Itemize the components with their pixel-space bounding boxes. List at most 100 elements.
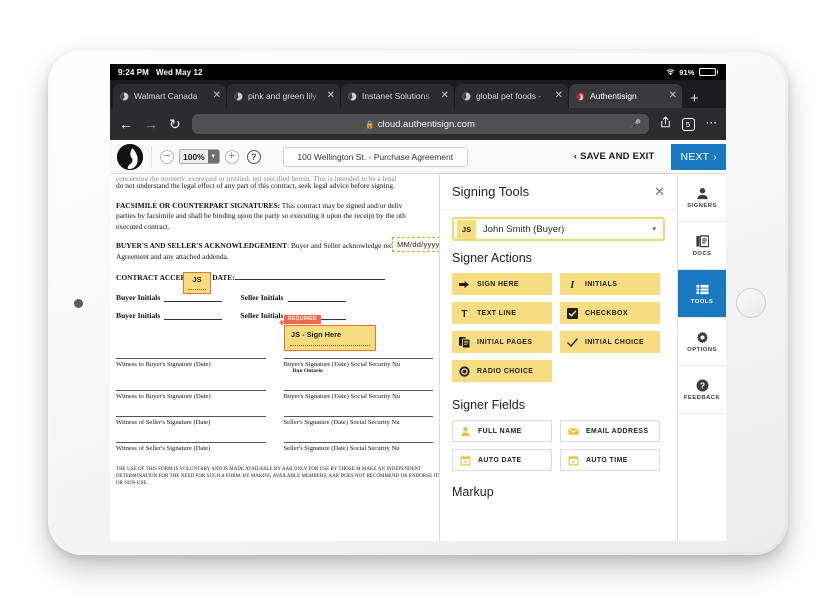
close-icon[interactable]: ✕ [327,91,335,101]
close-icon[interactable]: ✕ [654,185,665,198]
reload-icon[interactable]: ↻ [169,117,181,131]
copy-pages-icon [459,336,470,348]
rail-item-label: OPTIONS [687,347,717,353]
signature-caption: Buyer's Signature (Date) Social Security… [283,360,401,368]
document-paragraph-1-line3: executed contract. [116,221,170,231]
tool-text-line[interactable]: T TEXT LINE [452,302,552,324]
tool-label: AUTO TIME [586,456,628,464]
signature-caption: Witness to Buyer's Signature (Date) [116,392,211,400]
arrow-right-icon [459,279,470,290]
signing-tools-body: JS John Smith (Buyer) ▾ Signer Actions S… [440,210,677,507]
tool-initials[interactable]: I INITIALS [560,273,660,295]
save-and-exit-button[interactable]: ‹ SAVE AND EXIT [574,151,655,162]
globe-icon [462,91,471,101]
browser-tab-1[interactable]: pink and green lily ✕ [227,84,340,108]
signer-fields-title: Signer Fields [452,398,525,412]
tablet-device: 9:24 PM Wed May 12 91% Walmart Canada ✕ … [48,50,788,555]
tool-initial-choice[interactable]: INITIAL CHOICE [560,331,660,353]
browser-tab-4[interactable]: Authentisign ✕ [569,84,682,108]
next-label: NEXT [680,150,710,163]
address-bar[interactable]: 🔒 cloud.authentisign.com 🎤 [191,114,649,134]
browser-tab-0[interactable]: Walmart Canada ✕ [113,84,226,108]
share-icon[interactable] [660,116,671,132]
contract-acceptance-row: CONTRACT ACCEPTANCE DATE: [116,271,433,284]
app-body: concerning the property, expressed or im… [110,174,726,541]
tools-list-icon [695,282,709,296]
chevron-down-icon: ▾ [652,226,656,233]
browser-tab-3[interactable]: global pet foods - ✕ [455,84,568,108]
authentisign-favicon [576,91,585,101]
signer-initials-badge: JS [457,219,476,239]
wifi-icon [666,68,675,76]
forward-arrow-icon[interactable]: → [144,117,158,131]
zoom-controls: − 100% ▼ + [160,149,239,164]
sign-here-tag[interactable]: JS - Sign Here [284,325,376,351]
document-paragraph-1: FACSIMILE OR COUNTERPART SIGNATURES: Thi… [116,201,433,212]
globe-icon [120,91,129,101]
auto-date-tag[interactable]: MM/dd/yyyy [392,237,439,252]
person-icon [696,186,709,200]
document-viewer[interactable]: concerning the property, expressed or im… [110,174,439,541]
more-icon[interactable]: ⋯ [706,118,718,130]
close-icon[interactable]: ✕ [669,91,677,101]
rail-item-options[interactable]: OPTIONS [678,318,726,366]
battery-icon [698,68,718,76]
svg-text:I: I [569,280,575,290]
browser-tab-2[interactable]: Instanet Solutions ✕ [341,84,454,108]
rail-item-feedback[interactable]: ? FEEDBACK [678,366,726,414]
chevron-down-icon: ▼ [207,150,219,163]
globe-icon [348,91,357,101]
microphone-icon[interactable]: 🎤 [630,119,641,130]
envelope-icon [568,426,579,437]
field-email-address[interactable]: EMAIL ADDRESS [560,420,660,442]
tool-radio-choice[interactable]: RADIO CHOICE [452,360,552,382]
signature-caption: Seller's Signature (Date) Social Securit… [283,418,400,426]
field-full-name[interactable]: FULL NAME [452,420,552,442]
document-paragraph-1-line2: parties by facsimile and shall be bindin… [116,211,406,220]
status-date: Wed May 12 [155,67,203,77]
initials-tag[interactable]: JS [183,272,211,294]
field-auto-time[interactable]: AUTO TIME [560,449,660,471]
close-icon[interactable]: ✕ [441,91,449,101]
signature-caption: Seller's Signature (Date) Social Securit… [283,444,400,452]
document-paragraph-1-heading: FACSIMILE OR COUNTERPART SIGNATURES: [116,200,281,210]
rail-item-docs[interactable]: DOCS [678,222,726,270]
signer-select[interactable]: JS John Smith (Buyer) ▾ [452,217,665,241]
initials-row-1: Buyer Initials Seller Initials [116,311,433,320]
signer-fields-grid: FULL NAME EMAIL ADDRESS AUTO DATE AUTO T… [452,420,665,471]
zoom-out-button[interactable]: − [160,149,174,164]
signature-caption: Witness of Seller's Signature (Date) [116,418,211,426]
next-button[interactable]: NEXT › [671,143,726,170]
signer-name: John Smith (Buyer) [483,223,565,235]
tab-count-button[interactable]: 5 [681,117,695,131]
sign-here-tag-group: REQUIRED JS - Sign Here [284,307,376,351]
field-auto-date[interactable]: AUTO DATE [452,449,552,471]
checkbox-icon [567,307,578,319]
zoom-level-value: 100% [183,151,205,162]
signature-row-3: Witness of Seller's Signature (Date) Sel… [116,441,433,452]
help-icon[interactable]: ? [246,149,261,164]
tool-label: FULL NAME [478,427,522,435]
document-title: 100 Wellington St. - Purchase Agreement [282,146,468,167]
tool-label: INITIALS [585,280,618,288]
home-button[interactable] [736,287,766,318]
close-icon[interactable]: ✕ [555,91,563,101]
status-time: 9:24 PM [118,67,149,77]
back-arrow-icon[interactable]: ← [119,117,133,131]
rail-item-tools[interactable]: TOOLS [678,270,726,318]
signature-row-2: Witness of Seller's Signature (Date) Sel… [116,415,433,426]
tool-initial-pages[interactable]: INITIAL PAGES [452,331,552,353]
tablet-screen: 9:24 PM Wed May 12 91% Walmart Canada ✕ … [110,64,726,541]
toolbar-divider [151,145,152,168]
close-icon[interactable]: ✕ [213,91,221,101]
browser-tab-title: pink and green lily [248,91,317,101]
initials-row-0: Buyer Initials Seller Initials [116,293,433,302]
zoom-in-button[interactable]: + [224,149,239,164]
new-tab-button[interactable]: + [683,91,706,108]
radio-button-icon [459,365,470,377]
rail-item-signers[interactable]: SIGNERS [678,174,726,222]
tool-sign-here[interactable]: SIGN HERE [452,273,552,295]
buyer-initials-label: Buyer Initials [116,310,161,320]
tool-checkbox[interactable]: CHECKBOX [560,302,660,324]
zoom-level-select[interactable]: 100% ▼ [179,149,220,164]
